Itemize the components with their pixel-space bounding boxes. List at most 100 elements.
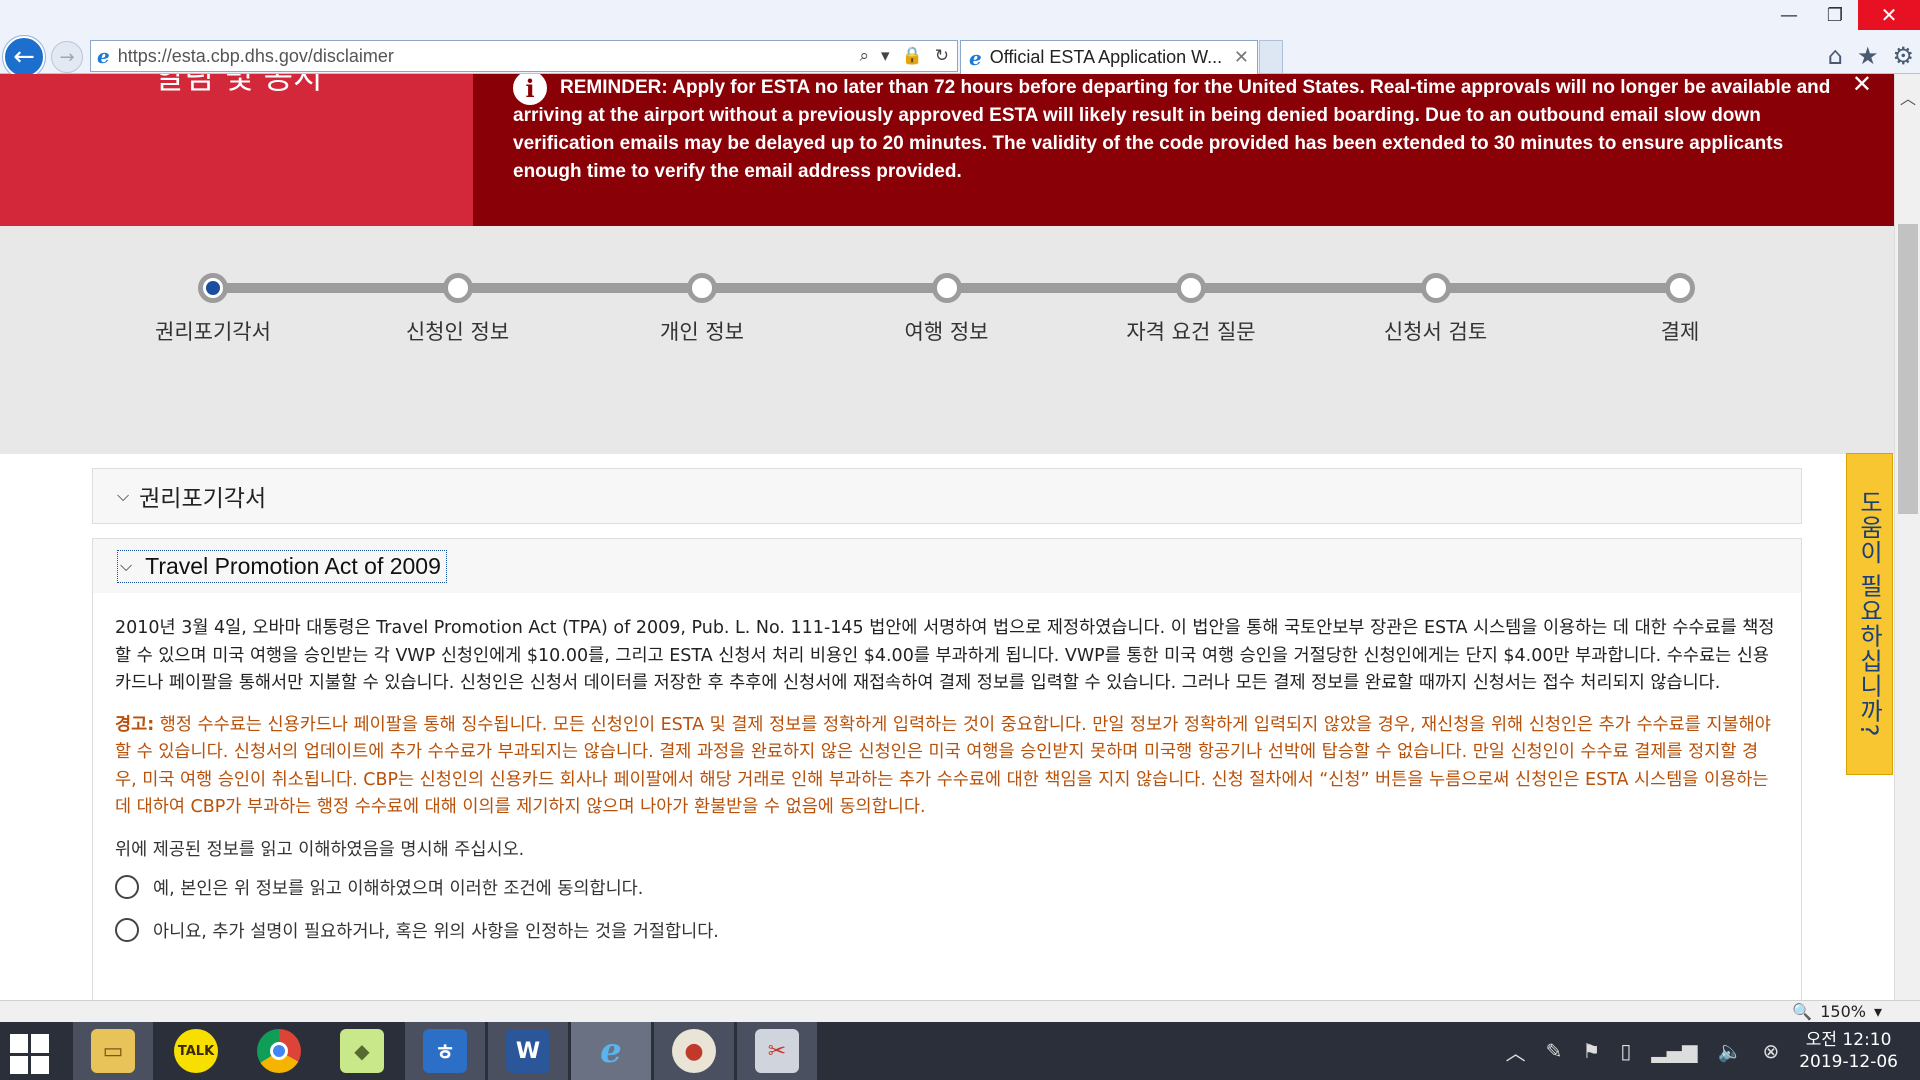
option-no-row[interactable]: 아니요, 추가 설명이 필요하거나, 혹은 위의 사항을 인정하는 것을 거절합… bbox=[115, 918, 1779, 943]
step-7-dot bbox=[1665, 273, 1695, 303]
taskbar-internet-explorer[interactable]: e bbox=[571, 1022, 651, 1080]
step-label-travel: 여행 정보 bbox=[904, 320, 989, 344]
step-label-applicant: 신청인 정보 bbox=[405, 320, 510, 344]
tab-title: Official ESTA Application W... bbox=[989, 47, 1223, 67]
favorites-star-icon[interactable]: ★ bbox=[1857, 42, 1879, 70]
sticky-notes-icon: ◆ bbox=[340, 1029, 384, 1073]
taskbar-word[interactable]: W bbox=[488, 1022, 568, 1080]
hangul-word-icon: ㅎ bbox=[423, 1029, 467, 1073]
taskbar-file-explorer[interactable]: ▭ bbox=[73, 1022, 153, 1080]
dropdown-icon[interactable]: ▾ bbox=[881, 46, 890, 66]
volume-icon[interactable]: 🔈 bbox=[1718, 1039, 1743, 1063]
action-center-flag-icon[interactable]: ⚑ bbox=[1582, 1039, 1600, 1063]
warning-text: 행정 수수료는 신용카드나 페이팔을 통해 징수됩니다. 모든 신청인이 EST… bbox=[115, 714, 1771, 818]
notification-off-icon[interactable]: ⊗ bbox=[1762, 1039, 1779, 1063]
search-icon[interactable]: ⌕ bbox=[860, 46, 870, 66]
tray-expand-icon[interactable]: ︿ bbox=[1506, 1037, 1526, 1066]
windows-taskbar: ▭ TALK ◆ ㅎ W e ● ✂ ︿ ✎ ⚑ ▯ ▂▄▆ 🔈 ⊗ 오전 12… bbox=[0, 1022, 1920, 1080]
arrow-right-icon: → bbox=[59, 46, 75, 68]
close-tab-icon[interactable]: ✕ bbox=[1234, 47, 1249, 68]
page-viewport: 알림 및 공지 i REMINDER: Apply for ESTA no la… bbox=[0, 74, 1894, 1020]
help-tab[interactable]: 도움이 필요하십니까? bbox=[1846, 453, 1893, 775]
refresh-icon[interactable]: ↻ bbox=[935, 46, 949, 66]
taskbar-clock[interactable]: 오전 12:10 2019-12-06 bbox=[1799, 1029, 1898, 1073]
clock-date: 2019-12-06 bbox=[1799, 1052, 1898, 1072]
internet-explorer-icon: e bbox=[600, 1031, 622, 1071]
snipping-tool-icon: ✂ bbox=[755, 1029, 799, 1073]
minimize-button[interactable]: — bbox=[1766, 0, 1812, 30]
vertical-scrollbar[interactable]: ︿ ﹀ bbox=[1894, 74, 1920, 1020]
browser-chrome: — ❐ ✕ ← → e https://esta.cbp.dhs.gov/dis… bbox=[0, 0, 1920, 78]
address-bar[interactable]: e https://esta.cbp.dhs.gov/disclaimer ⌕ … bbox=[90, 40, 958, 72]
warning-paragraph: 경고: 행정 수수료는 신용카드나 페이팔을 통해 징수됩니다. 모든 신청인이… bbox=[115, 712, 1779, 822]
taskbar-chrome[interactable] bbox=[239, 1022, 319, 1080]
file-explorer-icon: ▭ bbox=[91, 1029, 135, 1073]
ie-favicon-icon: e bbox=[97, 44, 110, 68]
accordion-tpa-header[interactable]: ⌵ Travel Promotion Act of 2009 bbox=[93, 539, 1801, 593]
acknowledge-prompt: 위에 제공된 정보를 읽고 이해하였음을 명시해 주십시오. bbox=[115, 839, 525, 860]
scroll-up-icon[interactable]: ︿ bbox=[1895, 84, 1920, 110]
step-label-review: 신청서 검토 bbox=[1383, 320, 1488, 344]
radio-no-label[interactable]: 아니요, 추가 설명이 필요하거나, 혹은 위의 사항을 인정하는 것을 거절합… bbox=[153, 918, 719, 943]
taskbar-hangul[interactable]: ㅎ bbox=[405, 1022, 485, 1080]
windows-start-icon[interactable] bbox=[10, 1034, 50, 1074]
battery-icon[interactable]: ▯ bbox=[1620, 1039, 1631, 1063]
step-6-dot bbox=[1420, 273, 1451, 303]
radio-yes[interactable] bbox=[115, 875, 139, 899]
zoom-level: 150% bbox=[1820, 1002, 1866, 1021]
option-yes-row[interactable]: 예, 본인은 위 정보를 읽고 이해하였으며 이러한 조건에 동의합니다. bbox=[115, 875, 1779, 900]
url-text[interactable]: https://esta.cbp.dhs.gov/disclaimer bbox=[118, 46, 860, 67]
banner-left-panel: 알림 및 공지 bbox=[0, 74, 473, 226]
progress-stepper: 권리포기각서 신청인 정보 개인 정보 여행 정보 자격 요건 질문 신청서 검… bbox=[0, 226, 1894, 454]
browser-status-bar: 🔍 150% ▾ bbox=[0, 1000, 1920, 1022]
step-4-dot bbox=[931, 273, 962, 303]
chrome-icon bbox=[257, 1029, 301, 1073]
notice-heading: 알림 및 공지 bbox=[155, 74, 323, 96]
home-icon[interactable]: ⌂ bbox=[1828, 42, 1843, 70]
taskbar-kakaotalk[interactable]: TALK bbox=[156, 1022, 236, 1080]
close-banner-icon[interactable]: ✕ bbox=[1852, 74, 1872, 98]
radio-yes-label[interactable]: 예, 본인은 위 정보를 읽고 이해하였으며 이러한 조건에 동의합니다. bbox=[153, 875, 643, 900]
step-label-eligibility: 자격 요건 질문 bbox=[1126, 320, 1256, 344]
step-label-personal: 개인 정보 bbox=[660, 320, 744, 344]
help-tab-text: 도움이 필요하십니까? bbox=[1855, 490, 1883, 738]
forward-button[interactable]: → bbox=[51, 41, 83, 73]
ie-favicon-icon: e bbox=[969, 45, 982, 70]
warning-label: 경고: bbox=[115, 714, 155, 735]
accordion-waiver-title: 권리포기각서 bbox=[139, 486, 267, 512]
taskbar-snipping-tool[interactable]: ✂ bbox=[737, 1022, 817, 1080]
scroll-thumb[interactable] bbox=[1898, 224, 1918, 514]
accordion-tpa-title: Travel Promotion Act of 2009 bbox=[145, 552, 441, 579]
lock-icon[interactable]: 🔒 bbox=[902, 46, 923, 66]
zoom-dropdown-icon[interactable]: ▾ bbox=[1874, 1002, 1882, 1021]
clock-time: 오전 12:10 bbox=[1805, 1030, 1892, 1050]
step-label-payment: 결제 bbox=[1660, 320, 1700, 344]
step-5-dot bbox=[1176, 273, 1206, 303]
taskbar-sticky-notes[interactable]: ◆ bbox=[322, 1022, 402, 1080]
browser-tab[interactable]: e Official ESTA Application W... ✕ bbox=[960, 40, 1258, 74]
new-tab-button[interactable] bbox=[1259, 40, 1283, 74]
network-signal-icon[interactable]: ▂▄▆ bbox=[1651, 1039, 1697, 1063]
settings-gear-icon[interactable]: ⚙ bbox=[1892, 42, 1914, 70]
close-window-button[interactable]: ✕ bbox=[1858, 0, 1920, 30]
zoom-control[interactable]: 🔍 150% ▾ bbox=[1792, 1002, 1882, 1021]
step-1-dot bbox=[198, 273, 228, 303]
restore-button[interactable]: ❐ bbox=[1812, 0, 1858, 30]
chevron-down-icon: ⌵ bbox=[117, 486, 130, 505]
content-area: ⌵ 권리포기각서 ⌵ Travel Promotion Act of 2009 … bbox=[0, 454, 1894, 1020]
taskbar-paint[interactable]: ● bbox=[654, 1022, 734, 1080]
zoom-icon: 🔍 bbox=[1792, 1002, 1813, 1021]
system-tray: ︿ ✎ ⚑ ▯ ▂▄▆ 🔈 ⊗ 오전 12:10 2019-12-06 bbox=[1506, 1022, 1920, 1080]
accordion-waiver[interactable]: ⌵ 권리포기각서 bbox=[92, 468, 1802, 524]
radio-no[interactable] bbox=[115, 918, 139, 942]
pen-icon[interactable]: ✎ bbox=[1546, 1039, 1563, 1063]
reminder-text: REMINDER: Apply for ESTA no later than 7… bbox=[513, 77, 1831, 182]
arrow-left-icon: ← bbox=[13, 42, 35, 72]
ms-word-icon: W bbox=[506, 1029, 550, 1073]
step-3-dot bbox=[687, 273, 717, 303]
chevron-down-icon: ⌵ bbox=[120, 556, 133, 575]
window-controls: — ❐ ✕ bbox=[1766, 0, 1920, 30]
back-button[interactable]: ← bbox=[3, 36, 45, 78]
kakaotalk-icon: TALK bbox=[174, 1029, 218, 1073]
paint-icon: ● bbox=[672, 1029, 716, 1073]
